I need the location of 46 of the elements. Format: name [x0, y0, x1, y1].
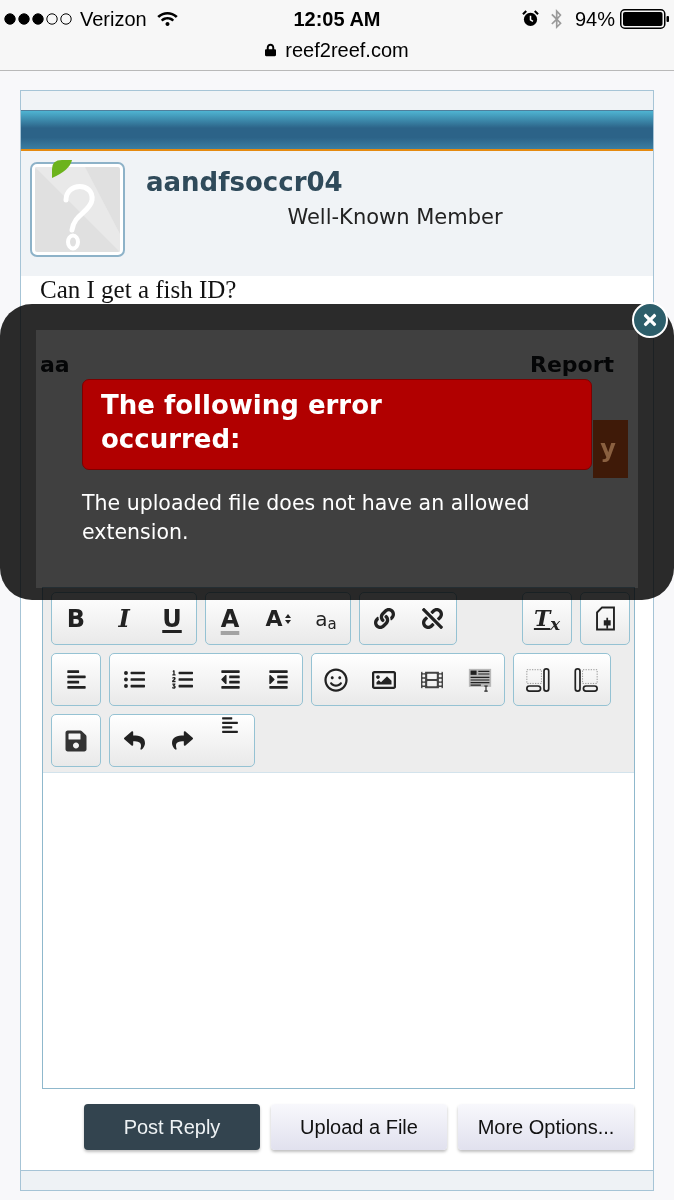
- outdent-icon: [219, 669, 241, 690]
- signal-strength-icon: [4, 12, 72, 25]
- carrier-name: Verizon: [80, 6, 147, 31]
- numbered-list-icon: [171, 669, 193, 690]
- battery-icon: [620, 8, 670, 29]
- underline-button[interactable]: U: [148, 593, 196, 644]
- clock-time: 12:05 AM: [293, 6, 381, 31]
- align-left-icon: [220, 716, 240, 734]
- size-arrows-icon: [284, 612, 291, 625]
- form-button[interactable]: More Options...: [458, 1104, 634, 1150]
- bluetooth-icon: [549, 8, 563, 29]
- bold-button[interactable]: B: [52, 593, 100, 644]
- alarm-clock-icon: [521, 10, 539, 27]
- save-icon: [64, 728, 88, 753]
- author-name-text: aa: [40, 352, 70, 378]
- dotted-frame-icon: [526, 667, 550, 692]
- close-icon: [641, 311, 659, 329]
- clear-formatting-button[interactable]: T$_{x}$: [523, 593, 571, 644]
- user-title: Well-Known Member: [286, 204, 504, 230]
- font-family-button[interactable]: a$_{a}$: [302, 593, 350, 644]
- link-icon: [373, 608, 395, 629]
- lock-icon: [265, 43, 277, 57]
- leaf-corner-icon: [52, 160, 72, 178]
- wifi-icon: [156, 10, 178, 27]
- font-size-button[interactable]: A: [254, 593, 302, 644]
- document-icon: [595, 606, 615, 631]
- undo-icon: [123, 730, 145, 751]
- form-button[interactable]: Upload a File: [271, 1104, 447, 1150]
- post-reply-button[interactable]: Post Reply: [84, 1104, 260, 1150]
- address-url: reef2reef.com: [285, 38, 409, 62]
- broken-link-icon: [421, 608, 443, 629]
- username-link[interactable]: aandfsoccr04: [146, 166, 343, 198]
- error-message: The uploaded file does not have an allowed extension.: [82, 490, 531, 546]
- battery-percentage: 94%: [574, 6, 615, 31]
- italic-button[interactable]: I: [100, 593, 148, 644]
- error-title: The following error occurred:: [101, 389, 383, 456]
- indent-icon: [267, 669, 289, 690]
- font-color-button[interactable]: A: [206, 593, 254, 644]
- dotted-frame-icon: [574, 667, 598, 692]
- smiley-icon: [324, 667, 348, 692]
- bullet-list-icon: [123, 669, 145, 690]
- align-left-icon: [65, 669, 87, 690]
- post-message: Can I get a fish ID?: [39, 276, 238, 304]
- close-button[interactable]: [632, 302, 668, 338]
- document-lines-icon: [468, 667, 492, 692]
- redo-icon: [171, 730, 193, 751]
